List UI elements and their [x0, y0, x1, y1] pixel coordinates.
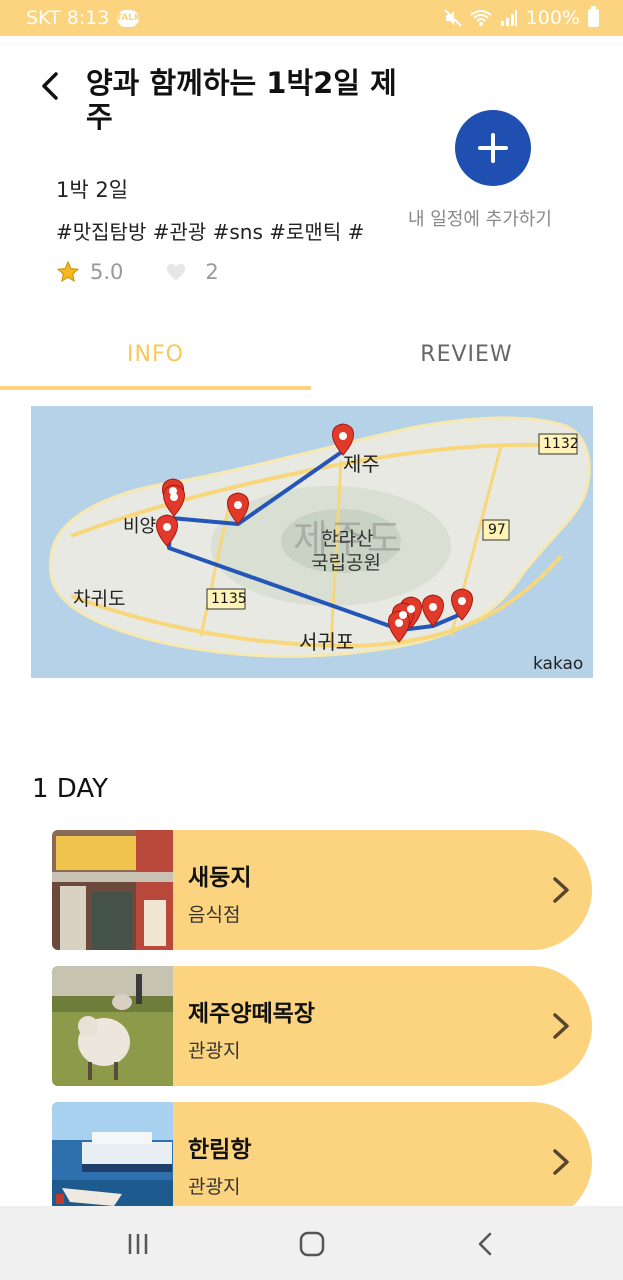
route-number-97: 97 [488, 522, 506, 538]
add-to-schedule-button[interactable] [455, 110, 531, 186]
list-item-place[interactable]: 새둥지 음식점 [52, 830, 592, 950]
place-name: 한림항 [188, 1137, 252, 1163]
star-icon [56, 260, 80, 283]
route-number-1135: 1135 [211, 591, 247, 607]
plus-icon [478, 133, 508, 163]
trip-tags: #맛집탐방 #관광 #sns #로맨틱 # [56, 220, 365, 244]
map-label-park: 국립공원 [311, 552, 381, 574]
battery-icon [588, 6, 599, 27]
battery-percent: 100% [525, 7, 580, 29]
chevron-right-icon[interactable] [550, 876, 572, 904]
recent-apps-icon[interactable] [126, 1232, 150, 1256]
rating-value: 5.0 [90, 260, 124, 284]
add-to-schedule-label: 내 일정에 추가하기 [408, 209, 552, 230]
chevron-right-icon[interactable] [550, 1012, 572, 1040]
page-title: 양과 함께하는 1박2일 제주 [86, 66, 397, 134]
mute-icon [443, 9, 462, 27]
like-count: 2 [205, 260, 219, 284]
heart-icon[interactable] [165, 261, 187, 283]
place-category: 관광지 [188, 1040, 241, 1062]
map-label-hallasan: 한라산 [321, 528, 374, 550]
route-number-1132: 1132 [543, 436, 579, 452]
place-thumbnail [52, 966, 173, 1086]
tab-bar: INFO REVIEW [0, 330, 623, 392]
wifi-icon [470, 10, 492, 26]
back-icon[interactable] [476, 1232, 496, 1256]
day-title: 1 DAY [32, 774, 109, 804]
back-arrow-icon[interactable] [36, 68, 66, 104]
place-name: 새둥지 [188, 865, 252, 891]
home-icon[interactable] [299, 1231, 325, 1257]
status-bar: SKT 8:13 TALK 100% [0, 0, 623, 36]
carrier-time: SKT 8:13 [26, 7, 110, 29]
list-item-place[interactable]: 한림항 관광지 [52, 1102, 592, 1222]
tab-review[interactable]: REVIEW [311, 330, 622, 388]
system-navigation-bar [0, 1206, 623, 1280]
route-map[interactable]: 제주 제주도 한라산 국립공원 서귀포 차귀도 비양 1132 97 1135 … [31, 406, 593, 678]
place-thumbnail [52, 1102, 173, 1222]
place-name: 제주양떼목장 [188, 1001, 315, 1027]
tab-info[interactable]: INFO [0, 330, 311, 388]
map-label-seogwipo: 서귀포 [299, 630, 355, 654]
place-category: 관광지 [188, 1176, 241, 1198]
map-label-chagwido: 차귀도 [73, 588, 126, 610]
kakao-map-logo: kakao [533, 654, 584, 674]
chevron-right-icon[interactable] [550, 1148, 572, 1176]
talk-notification-icon: TALK [116, 9, 141, 27]
rating-row: 5.0 2 [56, 260, 219, 284]
place-thumbnail [52, 830, 173, 950]
map-label-biyang: 비양 [123, 516, 157, 537]
active-tab-indicator [0, 386, 311, 390]
place-category: 음식점 [188, 904, 241, 926]
signal-icon [500, 10, 517, 26]
trip-duration: 1박 2일 [56, 178, 129, 202]
map-label-jeju: 제주 [343, 452, 380, 476]
list-item-place[interactable]: 제주양떼목장 관광지 [52, 966, 592, 1086]
